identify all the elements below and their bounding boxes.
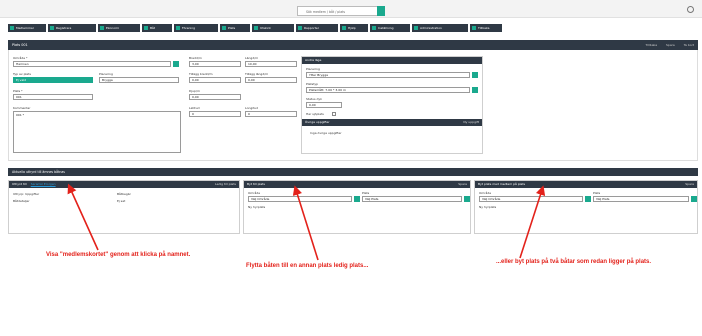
annotation-2: Flytta båten till en annan plats ledig p… — [246, 263, 369, 269]
arrow-2 — [292, 185, 319, 261]
arrow-3 — [519, 185, 546, 259]
annotation-arrows — [67, 183, 546, 261]
annotation-3: ...eller byt plats på två båtar som reda… — [496, 259, 652, 265]
arrow-1 — [67, 183, 99, 251]
annotation-1: Visa "medlemskortet" genom att klicka på… — [46, 252, 191, 258]
